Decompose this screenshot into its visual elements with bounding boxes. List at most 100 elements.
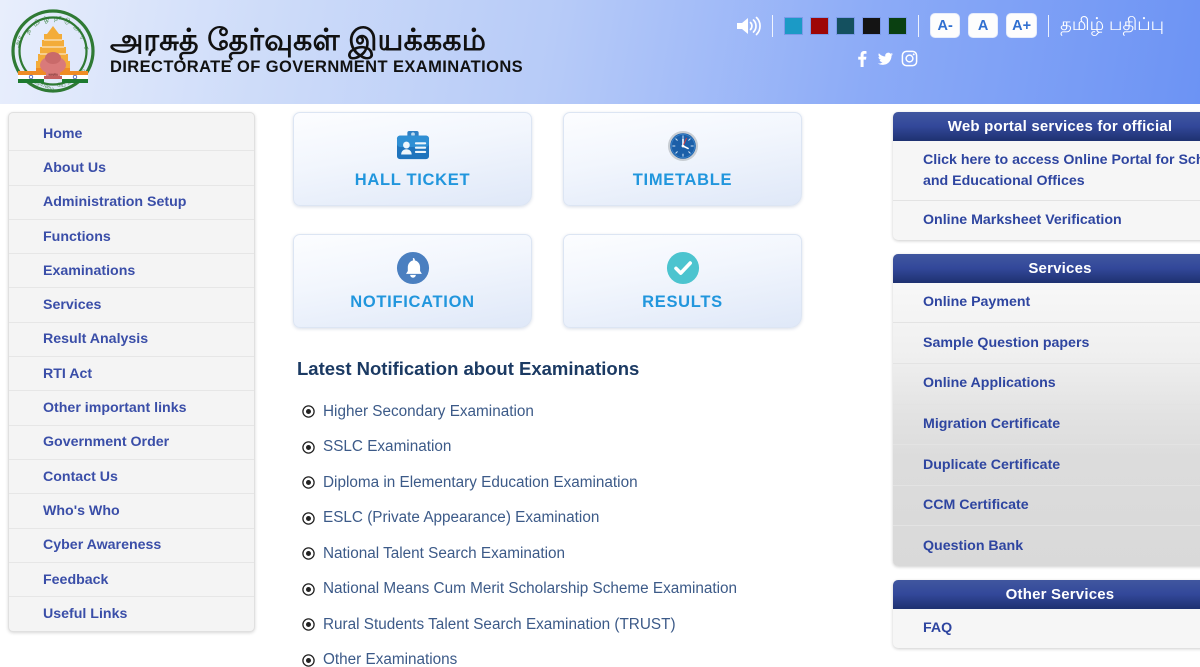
panel-item-duplicate-certificate[interactable]: Duplicate Certificate (893, 445, 1200, 486)
font-size-controls: A- A A+ (930, 13, 1038, 38)
right-sidebar: Web portal services for official Click h… (893, 112, 1200, 667)
list-item-label: National Talent Search Examination (323, 544, 566, 562)
list-item-label: Rural Students Talent Search Examination… (323, 615, 676, 633)
twitter-icon[interactable] (877, 50, 894, 67)
list-item[interactable]: SSLC Examination (302, 430, 863, 466)
svg-text:सत्यमेव: सत्यमेव (48, 72, 57, 77)
panel-item-migration-certificate[interactable]: Migration Certificate (893, 405, 1200, 446)
bullseye-bullet-icon (302, 583, 315, 596)
bullseye-bullet-icon (302, 476, 315, 489)
notification-list: Higher Secondary Examination SSLC Examin… (293, 394, 863, 667)
brand-text: அரசுத் தேர்வுகள் இயக்ககம் DIRECTORATE OF… (110, 25, 523, 78)
list-item-label: Diploma in Elementary Education Examinat… (323, 473, 638, 491)
list-item-label: ESLC (Private Appearance) Examination (323, 509, 600, 527)
main-sidebar: Home About Us Administration Setup Funct… (8, 112, 255, 632)
theme-swatch-dark-green[interactable] (888, 16, 908, 35)
site-header: த மி ழ் நா டு அ ர சு அ ர வா ய்மை யே வெ ல… (0, 0, 1200, 104)
toolbar-divider (918, 14, 920, 37)
panel-list: Click here to access Online Portal for S… (893, 141, 1200, 240)
list-item[interactable]: National Means Cum Merit Scholarship Sch… (302, 572, 863, 608)
sidebar-item-functions[interactable]: Functions (9, 220, 254, 255)
sidebar-item-government-order[interactable]: Government Order (9, 426, 254, 460)
panel-item-online-portal[interactable]: Click here to access Online Portal for S… (893, 141, 1200, 202)
list-item-label: Other Examinations (323, 651, 458, 667)
panel-item-online-applications[interactable]: Online Applications (893, 364, 1200, 405)
main-content: HALL TICKET TIMETABLE NOTIFICATION RESUL… (293, 112, 863, 667)
theme-swatch-dark-red[interactable] (810, 16, 830, 35)
clock-icon (667, 128, 699, 164)
panel-title: Other Services (893, 579, 1200, 609)
tile-label-results: RESULTS (642, 293, 723, 311)
list-item[interactable]: ESLC (Private Appearance) Examination (302, 501, 863, 537)
tamil-nadu-state-emblem: த மி ழ் நா டு அ ர சு அ ர வா ய்மை யே வெ ல… (10, 8, 96, 94)
theme-swatch-cyan[interactable] (784, 16, 804, 35)
tile-hall-ticket[interactable]: HALL TICKET (293, 112, 532, 206)
tile-notification[interactable]: NOTIFICATION (293, 234, 532, 328)
toolbar-divider (772, 14, 774, 37)
theme-swatches (784, 16, 908, 35)
bullseye-bullet-icon (302, 405, 315, 418)
list-item-label: Higher Secondary Examination (323, 402, 534, 420)
tamil-version-link[interactable]: தமிழ் பதிப்பு (1060, 14, 1164, 37)
panel-web-portal-services: Web portal services for official Click h… (893, 112, 1200, 240)
tile-results[interactable]: RESULTS (563, 234, 802, 328)
svg-text:ழ்: ழ் (42, 15, 50, 24)
tile-timetable[interactable]: TIMETABLE (563, 112, 802, 206)
facebook-icon[interactable] (853, 50, 870, 67)
bullseye-bullet-icon (302, 618, 315, 631)
page-body: Home About Us Administration Setup Funct… (0, 104, 1200, 667)
list-item[interactable]: Diploma in Elementary Education Examinat… (302, 465, 863, 501)
panel-title: Web portal services for official (893, 112, 1200, 141)
speaker-icon[interactable] (735, 15, 761, 37)
font-increase-button[interactable]: A+ (1006, 13, 1038, 38)
notification-section-title: Latest Notification about Examinations (297, 358, 640, 379)
bullseye-bullet-icon (302, 654, 315, 667)
panel-item-online-payment[interactable]: Online Payment (893, 283, 1200, 324)
id-badge-icon (395, 128, 431, 164)
sidebar-item-whos-who[interactable]: Who's Who (9, 494, 254, 529)
svg-text:நா: நா (54, 14, 63, 22)
panel-item-sample-question-papers[interactable]: Sample Question papers (893, 323, 1200, 364)
check-circle-icon (666, 250, 700, 286)
list-item[interactable]: Other Examinations (302, 643, 863, 667)
sidebar-item-result-analysis[interactable]: Result Analysis (9, 323, 254, 358)
list-item[interactable]: National Talent Search Examination (302, 536, 863, 572)
site-title-tamil: அரசுத் தேர்வுகள் இயக்ககம் (110, 23, 487, 57)
sidebar-item-rti-act[interactable]: RTI Act (9, 357, 254, 392)
panel-item-question-bank[interactable]: Question Bank (893, 526, 1200, 566)
panel-list: Online Payment Sample Question papers On… (893, 282, 1200, 566)
tile-label-timetable: TIMETABLE (632, 171, 733, 189)
sidebar-item-other-important-links[interactable]: Other important links (9, 391, 254, 426)
panel-title: Services (893, 253, 1200, 283)
sidebar-item-feedback[interactable]: Feedback (9, 563, 254, 598)
font-decrease-button[interactable]: A- (930, 13, 961, 38)
bullseye-bullet-icon (302, 547, 315, 560)
sidebar-item-contact-us[interactable]: Contact Us (9, 460, 254, 495)
font-normal-button[interactable]: A (968, 13, 999, 38)
panel-services: Services Online Payment Sample Question … (893, 253, 1200, 566)
sidebar-item-cyber-awareness[interactable]: Cyber Awareness (9, 529, 254, 563)
list-item[interactable]: Rural Students Talent Search Examination… (302, 607, 863, 643)
accessibility-toolbar: A- A A+ தமிழ் பதிப்பு (735, 13, 1164, 38)
sidebar-item-home[interactable]: Home (9, 117, 254, 152)
bullseye-bullet-icon (302, 512, 315, 525)
sidebar-item-administration-setup[interactable]: Administration Setup (9, 186, 254, 220)
theme-swatch-black[interactable] (862, 16, 882, 35)
list-item[interactable]: Higher Secondary Examination (302, 394, 863, 430)
tile-label-hall-ticket: HALL TICKET (354, 171, 471, 189)
instagram-icon[interactable] (901, 50, 918, 67)
panel-item-faq[interactable]: FAQ (893, 609, 1200, 648)
panel-item-online-marksheet-verification[interactable]: Online Marksheet Verification (893, 201, 1200, 240)
sidebar-item-services[interactable]: Services (9, 288, 254, 323)
brand: த மி ழ் நா டு அ ர சு அ ர வா ய்மை யே வெ ல… (0, 0, 523, 94)
header-tools: A- A A+ தமிழ் பதிப்பு (735, 13, 1164, 67)
sidebar-item-about-us[interactable]: About Us (9, 151, 254, 186)
panel-item-ccm-certificate[interactable]: CCM Certificate (893, 486, 1200, 527)
bell-icon (396, 250, 430, 286)
panel-other-services: Other Services FAQ (893, 579, 1200, 648)
service-tiles: HALL TICKET TIMETABLE NOTIFICATION RESUL… (293, 112, 863, 328)
social-links (853, 50, 918, 67)
theme-swatch-teal[interactable] (836, 16, 856, 35)
sidebar-item-useful-links[interactable]: Useful Links (9, 597, 254, 631)
sidebar-item-examinations[interactable]: Examinations (9, 254, 254, 289)
